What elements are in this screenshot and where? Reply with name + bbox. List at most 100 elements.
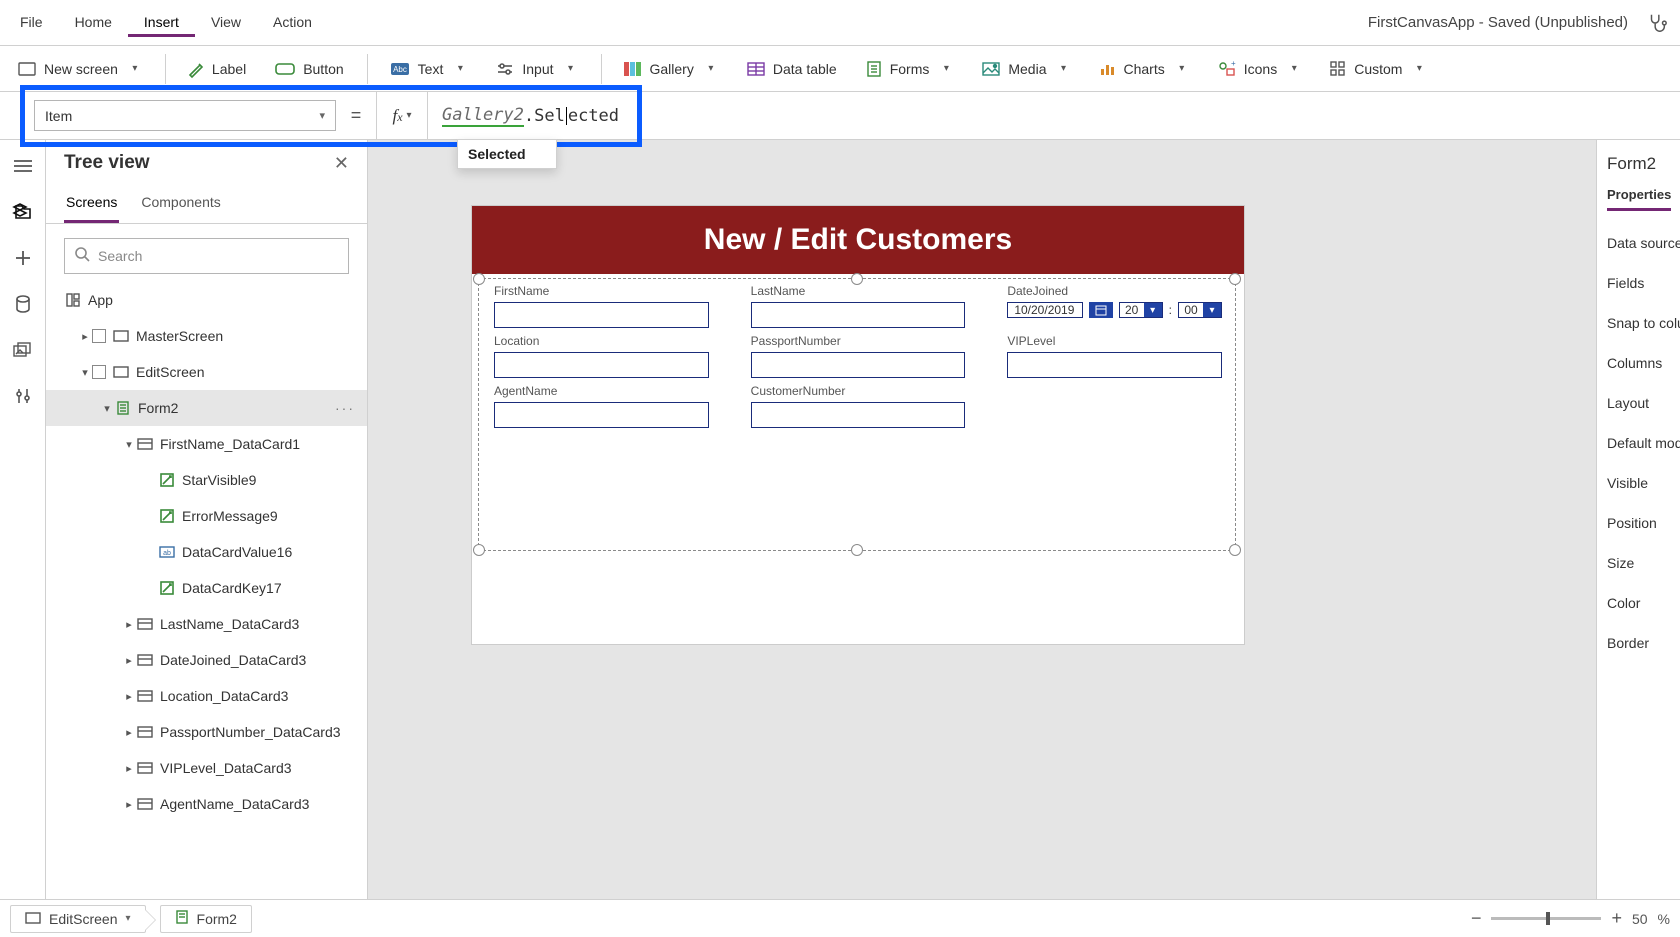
tree-node[interactable]: DataCardKey17 xyxy=(46,570,367,606)
data-table-button[interactable]: Data table xyxy=(735,55,850,83)
node-type-icon xyxy=(112,366,130,378)
chevron-icon[interactable]: ▸ xyxy=(78,330,92,343)
resize-handle-se[interactable] xyxy=(1229,544,1241,556)
media-button-label: Media xyxy=(1008,61,1046,77)
chevron-down-icon: ▾ xyxy=(704,63,718,74)
input-button[interactable]: Input ▾ xyxy=(484,55,590,83)
tree-node[interactable]: ▸ LastName_DataCard3 xyxy=(46,606,367,642)
tab-screens[interactable]: Screens xyxy=(64,186,119,223)
advanced-tools-icon[interactable] xyxy=(11,384,35,408)
tree-node[interactable]: ▸ MasterScreen xyxy=(46,318,367,354)
chevron-icon[interactable]: ▸ xyxy=(122,654,136,667)
tree-node[interactable]: ▾FirstName_DataCard1 xyxy=(46,426,367,462)
property-row[interactable]: Layout xyxy=(1607,395,1670,411)
more-icon[interactable]: ··· xyxy=(335,400,359,416)
fx-button[interactable]: fx ▾ xyxy=(376,92,428,139)
tree-node[interactable]: ▸Location_DataCard3 xyxy=(46,678,367,714)
chevron-icon[interactable]: ▾ xyxy=(122,438,136,451)
breadcrumb-control-label: Form2 xyxy=(197,911,237,927)
selected-control-name: Form2 xyxy=(1607,154,1670,174)
resize-handle-s[interactable] xyxy=(851,544,863,556)
chevron-icon[interactable]: ▸ xyxy=(122,690,136,703)
property-row[interactable]: Default mod xyxy=(1607,435,1670,451)
tree-node[interactable]: ErrorMessage9 xyxy=(46,498,367,534)
tree-view-icon[interactable] xyxy=(11,200,35,224)
chevron-icon[interactable]: ▸ xyxy=(122,798,136,811)
resize-handle-n[interactable] xyxy=(851,273,863,285)
property-row[interactable]: Position xyxy=(1607,515,1670,531)
media-rail-icon[interactable] xyxy=(11,338,35,362)
property-row[interactable]: Data source xyxy=(1607,235,1670,251)
property-row[interactable]: Color xyxy=(1607,595,1670,611)
tab-components[interactable]: Components xyxy=(139,186,222,223)
formula-input[interactable]: Gallery2.Selected xyxy=(428,92,1680,139)
close-icon[interactable]: ✕ xyxy=(334,153,349,174)
tree-node-label: LastName_DataCard3 xyxy=(160,616,359,632)
tree-scroll[interactable]: App ▸ MasterScreen ▾EditScreen▾Form2···▾Fi… xyxy=(46,282,367,899)
property-row[interactable]: Visible xyxy=(1607,475,1670,491)
tree-node[interactable]: ▾Form2··· xyxy=(46,390,367,426)
property-row[interactable]: Border xyxy=(1607,635,1670,651)
chevron-icon[interactable]: ▸ xyxy=(122,762,136,775)
property-row[interactable]: Size xyxy=(1607,555,1670,571)
formula-autocomplete-popup[interactable]: Selected xyxy=(457,139,557,169)
property-row[interactable]: Snap to colu xyxy=(1607,315,1670,331)
zoom-slider[interactable] xyxy=(1491,917,1601,920)
resize-handle-sw[interactable] xyxy=(473,544,485,556)
zoom-out-button[interactable]: − xyxy=(1471,908,1482,929)
tree-node[interactable]: ▸DateJoined_DataCard3 xyxy=(46,642,367,678)
tree-node[interactable]: ▸VIPLevel_DataCard3 xyxy=(46,750,367,786)
tree-node-label: MasterScreen xyxy=(136,328,359,344)
input-button-label: Input xyxy=(522,61,553,77)
data-icon[interactable] xyxy=(11,292,35,316)
tab-properties[interactable]: Properties xyxy=(1607,187,1671,211)
node-type-icon xyxy=(112,330,130,342)
new-screen-button[interactable]: New screen ▾ xyxy=(6,55,155,83)
checkbox[interactable] xyxy=(92,365,106,379)
custom-button[interactable]: Custom ▾ xyxy=(1318,55,1439,83)
canvas-area[interactable]: New / Edit Customers FirstNameLastNameDa… xyxy=(368,140,1596,899)
resize-handle-nw[interactable] xyxy=(473,273,485,285)
tree-node[interactable]: ▸PassportNumber_DataCard3 xyxy=(46,714,367,750)
resize-handle-ne[interactable] xyxy=(1229,273,1241,285)
menu-home[interactable]: Home xyxy=(59,8,128,37)
breadcrumb-control[interactable]: Form2 xyxy=(160,905,252,933)
insert-plus-icon[interactable] xyxy=(11,246,35,270)
tree-search-input[interactable]: Search xyxy=(64,238,349,274)
charts-button[interactable]: Charts ▾ xyxy=(1088,55,1202,83)
tree-node[interactable]: ▾EditScreen xyxy=(46,354,367,390)
chevron-icon[interactable]: ▾ xyxy=(100,402,114,415)
app-checker-icon[interactable] xyxy=(1638,12,1676,34)
hamburger-icon[interactable] xyxy=(11,154,35,178)
icons-button[interactable]: + Icons ▾ xyxy=(1206,55,1314,83)
breadcrumb-screen[interactable]: EditScreen ▾ xyxy=(10,905,146,933)
property-row[interactable]: Columns xyxy=(1607,355,1670,371)
checkbox[interactable] xyxy=(92,329,106,343)
selection-rectangle[interactable] xyxy=(478,278,1236,551)
gallery-button[interactable]: Gallery ▾ xyxy=(612,55,731,83)
tree-node-label: StarVisible9 xyxy=(182,472,359,488)
chevron-icon[interactable]: ▸ xyxy=(122,618,136,631)
menu-view[interactable]: View xyxy=(195,8,257,37)
menu-insert[interactable]: Insert xyxy=(128,8,195,37)
chevron-icon[interactable]: ▾ xyxy=(78,366,92,379)
node-type-icon xyxy=(158,581,176,595)
forms-button[interactable]: Forms ▾ xyxy=(854,55,967,83)
menu-file[interactable]: File xyxy=(4,8,59,37)
zoom-in-button[interactable]: + xyxy=(1611,908,1622,929)
property-row[interactable]: Fields xyxy=(1607,275,1670,291)
button-button[interactable]: Button xyxy=(263,55,356,83)
tree-node[interactable]: StarVisible9 xyxy=(46,462,367,498)
media-button[interactable]: Media ▾ xyxy=(970,55,1083,83)
text-button[interactable]: Abc Text ▾ xyxy=(378,55,481,83)
tree-node[interactable]: ▸AgentName_DataCard3 xyxy=(46,786,367,822)
label-button[interactable]: Label xyxy=(176,55,259,83)
app-save-status: FirstCanvasApp - Saved (Unpublished) xyxy=(1368,14,1638,31)
zoom-unit: % xyxy=(1658,911,1670,927)
tree-node[interactable]: abDataCardValue16 xyxy=(46,534,367,570)
menu-action[interactable]: Action xyxy=(257,8,328,37)
property-selector[interactable]: Item ▾ xyxy=(34,100,336,131)
tree-node-app[interactable]: App xyxy=(46,282,367,318)
image-icon xyxy=(982,62,1000,76)
chevron-icon[interactable]: ▸ xyxy=(122,726,136,739)
